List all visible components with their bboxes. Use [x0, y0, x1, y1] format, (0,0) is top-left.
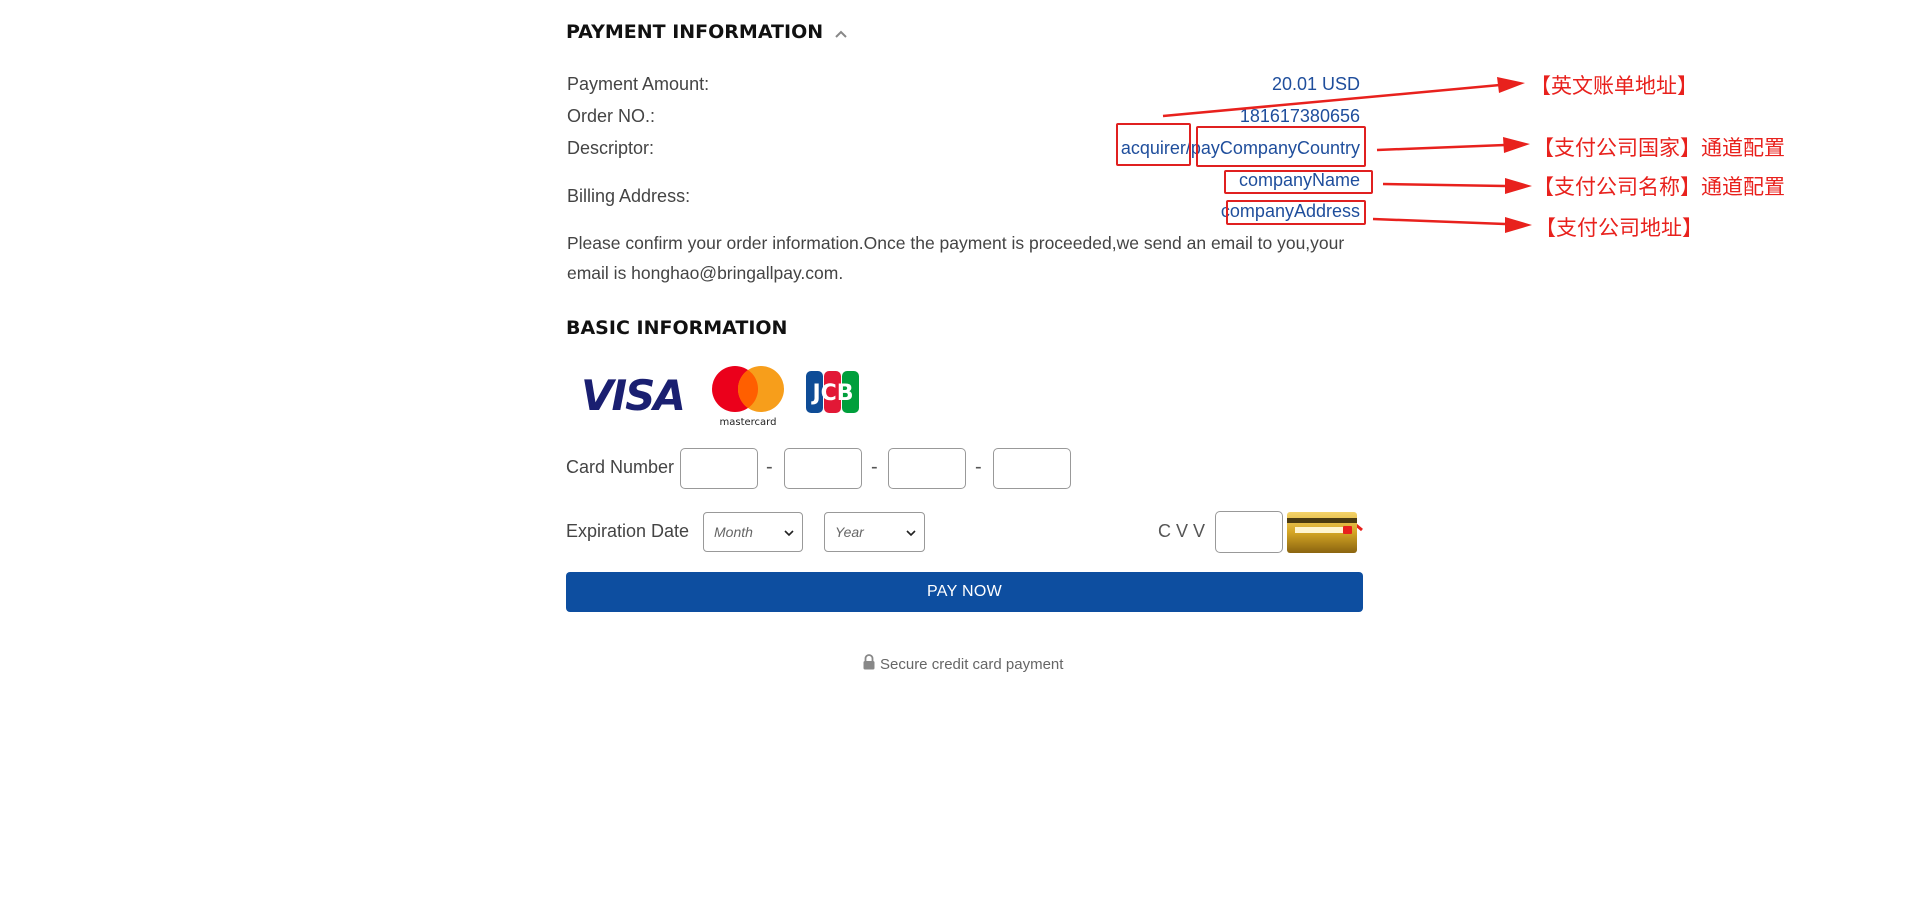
year-select[interactable]: Year: [824, 512, 925, 552]
chevron-down-icon: [906, 524, 916, 540]
year-select-value: Year: [835, 524, 864, 540]
card-number-input-3[interactable]: [888, 448, 966, 489]
annotation-company-address: 【支付公司地址】: [1535, 216, 1703, 240]
svg-text:JCB: JCB: [810, 381, 853, 406]
card-number-input-2[interactable]: [784, 448, 862, 489]
svg-text:mastercard: mastercard: [720, 417, 777, 428]
month-select-value: Month: [714, 524, 753, 540]
annotation-company-country: 【支付公司国家】通道配置: [1533, 136, 1785, 160]
annotation-english-billing: 【英文账单地址】: [1530, 74, 1698, 98]
cvv-card-icon: [1287, 512, 1359, 559]
pay-now-button[interactable]: PAY NOW: [566, 572, 1363, 612]
cvv-label: C V V: [1158, 521, 1206, 541]
expiration-date-label: Expiration Date: [566, 521, 690, 541]
svg-text:VISA: VISA: [581, 371, 684, 418]
secure-payment-note: Secure credit card payment: [862, 654, 1063, 675]
cvv-input[interactable]: [1215, 511, 1283, 553]
secure-payment-text: Secure credit card payment: [880, 656, 1064, 673]
basic-info-title: BASIC INFORMATION: [566, 317, 788, 339]
annotation-company-name: 【支付公司名称】通道配置: [1533, 175, 1785, 199]
card-number-dash-2: -: [871, 456, 878, 478]
card-number-label: Card Number: [566, 457, 675, 477]
card-number-dash-1: -: [766, 456, 773, 478]
visa-logo-icon: VISA: [579, 368, 686, 423]
mastercard-logo-icon: mastercard: [710, 362, 786, 433]
month-select[interactable]: Month: [703, 512, 803, 552]
card-number-input-4[interactable]: [993, 448, 1071, 489]
lock-icon: [862, 654, 876, 675]
card-number-dash-3: -: [975, 456, 982, 478]
chevron-down-icon: [784, 524, 794, 540]
card-number-input-1[interactable]: [680, 448, 758, 489]
jcb-logo-icon: JCB: [806, 371, 860, 418]
